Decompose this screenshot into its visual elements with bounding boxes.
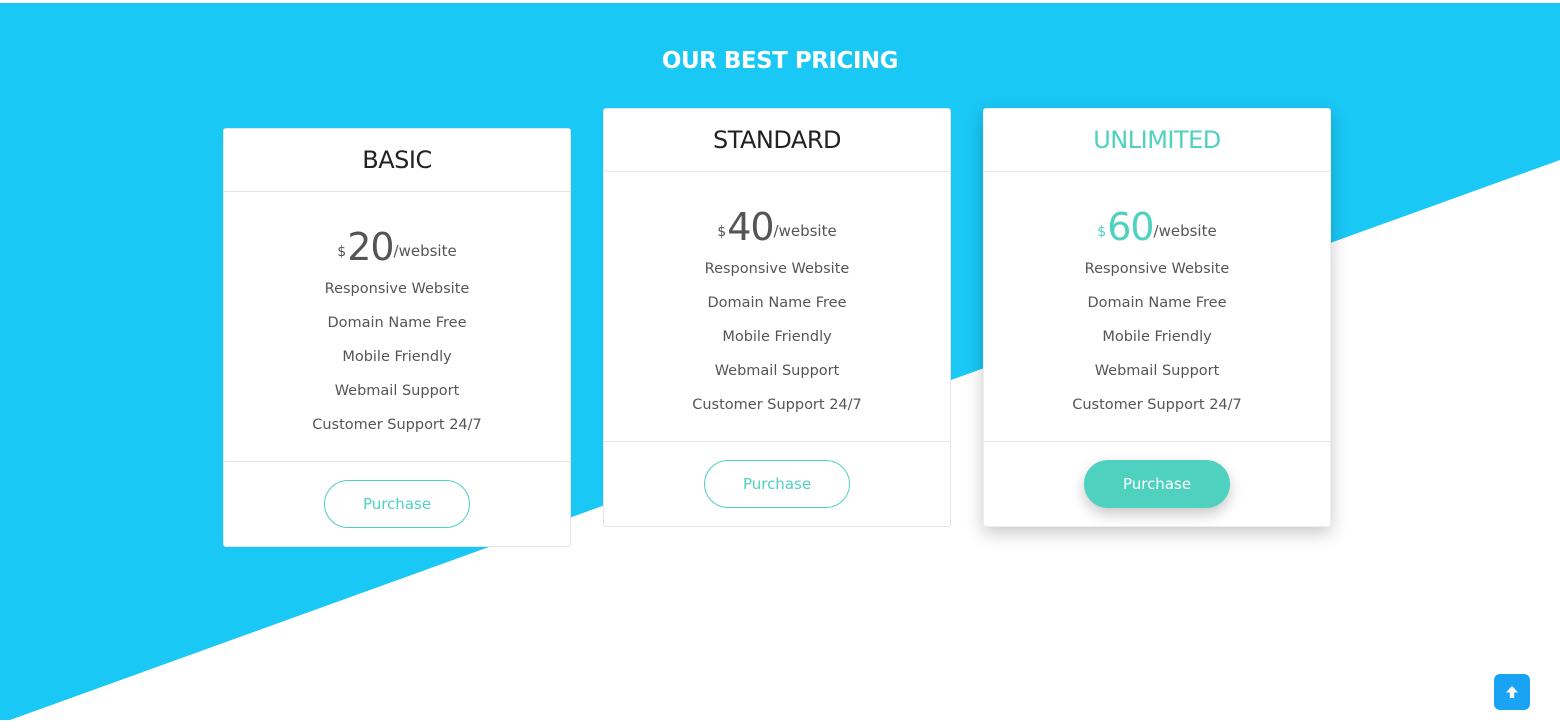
pricing-section: OUR BEST PRICING BASIC $ 20 /website Res… (0, 0, 1560, 724)
feature-list: Responsive Website Domain Name Free Mobi… (604, 252, 950, 422)
card-body: $ 20 /website Responsive Website Domain … (224, 192, 570, 462)
card-footer: Purchase (604, 442, 950, 526)
price-unit: /website (393, 242, 457, 260)
plan-name: STANDARD (712, 126, 842, 154)
card-header: UNLIMITED (984, 109, 1330, 172)
purchase-button-unlimited[interactable]: Purchase (1084, 460, 1230, 508)
feature-item: Customer Support 24/7 (312, 417, 482, 433)
pricing-card-unlimited: UNLIMITED $ 60 /website Responsive Websi… (983, 108, 1331, 527)
price-currency: $ (717, 224, 727, 240)
price-currency: $ (1097, 224, 1107, 240)
feature-item: Domain Name Free (327, 315, 467, 331)
pricing-card-standard: STANDARD $ 40 /website Responsive Websit… (603, 108, 951, 527)
feature-item: Webmail Support (334, 383, 460, 399)
feature-list: Responsive Website Domain Name Free Mobi… (224, 272, 570, 442)
feature-item: Responsive Website (324, 281, 470, 297)
card-header: STANDARD (604, 109, 950, 172)
card-header: BASIC (224, 129, 570, 192)
scroll-to-top-button[interactable] (1494, 674, 1530, 710)
card-footer: Purchase (224, 462, 570, 546)
price-unit: /website (773, 222, 837, 240)
feature-item: Mobile Friendly (1102, 329, 1212, 345)
feature-item: Customer Support 24/7 (692, 397, 862, 413)
plan-name: BASIC (362, 146, 432, 174)
arrow-up-icon (1506, 686, 1518, 698)
card-footer: Purchase (984, 442, 1330, 526)
price-amount: 20 (347, 225, 394, 269)
feature-item: Domain Name Free (1087, 295, 1227, 311)
card-body: $ 60 /website Responsive Website Domain … (984, 172, 1330, 442)
feature-item: Domain Name Free (707, 295, 847, 311)
feature-item: Responsive Website (704, 261, 850, 277)
plan-name: UNLIMITED (1093, 126, 1221, 154)
purchase-button-standard[interactable]: Purchase (704, 460, 850, 508)
card-body: $ 40 /website Responsive Website Domain … (604, 172, 950, 442)
feature-item: Webmail Support (714, 363, 840, 379)
feature-item: Mobile Friendly (342, 349, 452, 365)
section-title: OUR BEST PRICING (661, 48, 899, 74)
price-amount: 60 (1107, 205, 1154, 249)
feature-item: Webmail Support (1094, 363, 1220, 379)
price-amount: 40 (727, 205, 774, 249)
price: $ 40 /website (604, 182, 950, 252)
purchase-button-basic[interactable]: Purchase (324, 480, 470, 528)
price-unit: /website (1153, 222, 1217, 240)
feature-item: Responsive Website (1084, 261, 1230, 277)
pricing-card-basic: BASIC $ 20 /website Responsive Website D… (223, 128, 571, 547)
price-currency: $ (337, 244, 347, 260)
price: $ 60 /website (984, 182, 1330, 252)
feature-list: Responsive Website Domain Name Free Mobi… (984, 252, 1330, 422)
price: $ 20 /website (224, 202, 570, 272)
feature-item: Mobile Friendly (722, 329, 832, 345)
feature-item: Customer Support 24/7 (1072, 397, 1242, 413)
